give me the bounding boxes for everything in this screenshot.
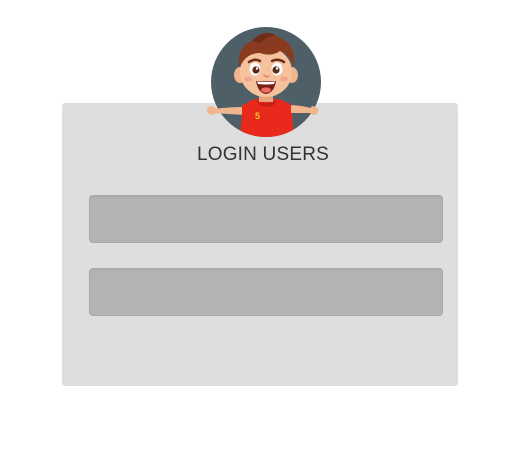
svg-text:5: 5: [255, 111, 260, 121]
username-field[interactable]: [89, 195, 443, 243]
login-page: LOGIN USERS 5: [0, 0, 526, 466]
login-title: LOGIN USERS: [196, 144, 330, 165]
password-field[interactable]: [89, 268, 443, 316]
avatar: 5: [204, 27, 324, 139]
cartoon-boy-avatar-icon: 5: [206, 27, 321, 137]
